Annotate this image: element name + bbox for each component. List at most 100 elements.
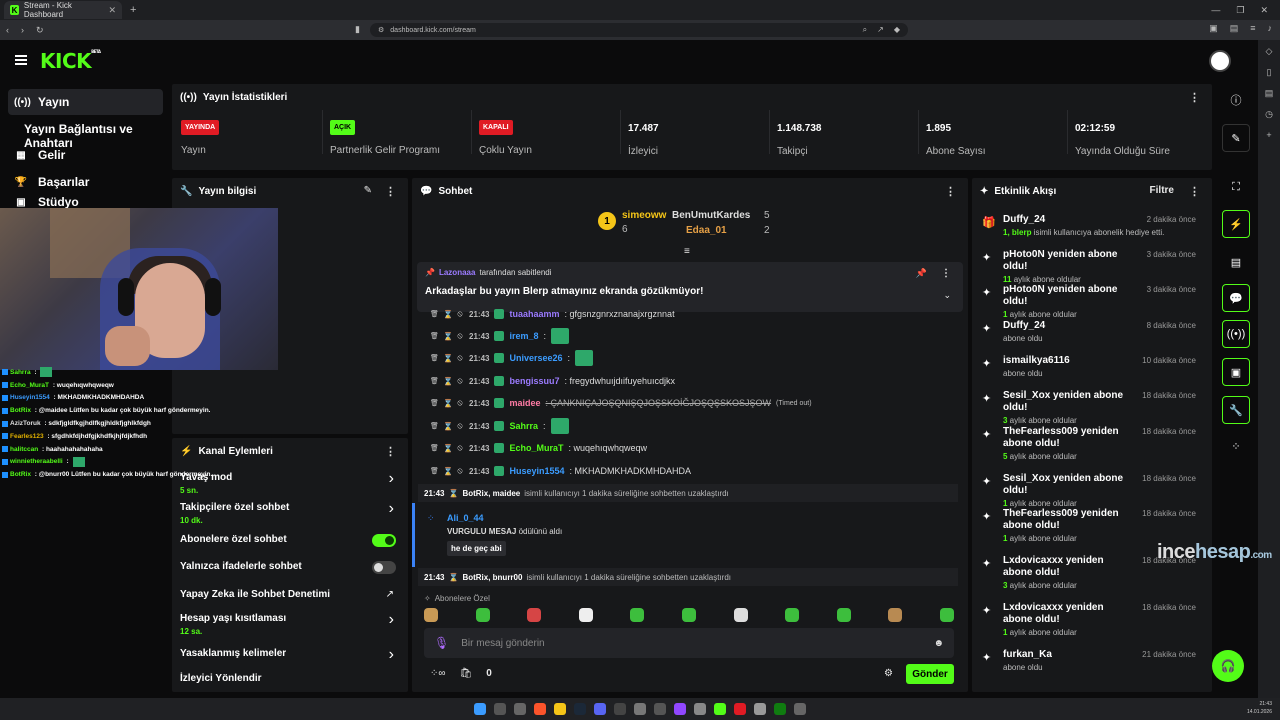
stats-menu-icon[interactable]: ⋮ (1189, 91, 1200, 104)
channel-action-row[interactable]: Yasaklanmış kelimeler › (180, 646, 402, 663)
app-icon[interactable] (754, 703, 766, 715)
message-user[interactable]: Sahrra (509, 421, 538, 431)
external-link-icon[interactable]: ↗ (386, 589, 394, 600)
more-tools-icon[interactable]: ⁘ (1222, 432, 1250, 460)
timeout-icon[interactable]: ⌛ (443, 332, 453, 341)
pinned-expand-icon[interactable]: ⌄ (943, 290, 951, 301)
reward-user[interactable]: Ali_0_44 (447, 513, 484, 523)
emote[interactable] (681, 608, 696, 622)
ban-icon[interactable]: ⦸ (456, 353, 464, 363)
channel-action-row[interactable]: Takipçilere özel sohbet 10 dk. › (180, 500, 402, 525)
hamburger-menu-icon[interactable] (15, 55, 27, 65)
xbox-icon[interactable] (774, 703, 786, 715)
steam-icon[interactable] (574, 703, 586, 715)
sidebar-add-icon[interactable]: + (1266, 130, 1271, 140)
toggle-switch[interactable] (372, 534, 396, 547)
user-avatar[interactable] (1209, 50, 1231, 72)
toggle-switch[interactable] (372, 561, 396, 574)
app-icon[interactable] (794, 703, 806, 715)
timeout-icon[interactable]: ⌛ (443, 354, 453, 363)
emote[interactable] (939, 608, 954, 622)
pinned-by-user[interactable]: Lazonaaa (439, 268, 475, 277)
app-icon[interactable] (634, 703, 646, 715)
unpin-icon[interactable]: 📌 (916, 268, 927, 279)
close-window-icon[interactable]: ✕ (1260, 5, 1268, 16)
nav-yayin[interactable]: ((•)) Yayın (8, 89, 163, 115)
message-user[interactable]: maidee (509, 398, 540, 408)
edit-icon[interactable]: ✎ (1222, 124, 1250, 152)
ban-icon[interactable]: ⦸ (456, 443, 464, 453)
sidebar-history-icon[interactable]: ◷ (1265, 109, 1273, 120)
share-icon[interactable]: ↗ (877, 25, 884, 35)
channel-action-row[interactable]: Hesap yaşı kısıtlaması 12 sa. › (180, 611, 402, 636)
sidebar-toggle-icon[interactable]: ▣ (1209, 23, 1218, 34)
stream-info-tool-icon[interactable]: ▣ (1222, 358, 1250, 386)
delete-message-icon[interactable]: 🗑 (430, 310, 439, 318)
stream-info-menu-icon[interactable]: ⋮ (385, 185, 396, 198)
microphone-icon[interactable]: 🎙 (434, 636, 449, 650)
app-icon[interactable] (714, 703, 726, 715)
url-bar[interactable]: ⚙ dashboard.kick.com/stream ⌕ ↗ ◆ (370, 23, 908, 37)
shield-icon[interactable]: ◆ (894, 25, 900, 35)
timeout-icon[interactable]: ⌛ (443, 377, 453, 386)
info-icon[interactable]: ⓘ (1222, 86, 1250, 114)
app-icon[interactable] (694, 703, 706, 715)
channel-action-row[interactable]: Yapay Zeka ile Sohbet Denetimi ↗ (180, 589, 402, 600)
channel-action-row[interactable]: İzleyici Yönlendir (180, 673, 402, 684)
delete-message-icon[interactable]: 🗑 (430, 444, 439, 452)
nav-studyo[interactable]: ▣ Stüdyo (8, 196, 163, 208)
message-user[interactable]: Echo_MuraT (509, 443, 563, 453)
timeout-icon[interactable]: ⌛ (443, 444, 453, 453)
chat-menu-icon[interactable]: ⋮ (945, 185, 956, 198)
emote[interactable] (424, 608, 438, 622)
chat-input[interactable]: 🎙 Bir mesaj gönderin ☻ (424, 628, 954, 658)
emote[interactable] (733, 608, 748, 622)
delete-message-icon[interactable]: 🗑 (430, 332, 439, 340)
explorer-icon[interactable] (554, 703, 566, 715)
wrench-tool-icon[interactable]: 🔧 (1222, 396, 1250, 424)
emote[interactable] (527, 608, 542, 622)
timeout-icon[interactable]: ⌛ (443, 467, 453, 476)
second-gifter-name[interactable]: BenUmutKardes (672, 210, 750, 221)
taskview-icon[interactable] (514, 703, 526, 715)
emote[interactable] (785, 608, 800, 622)
ban-icon[interactable]: ⦸ (456, 421, 464, 431)
nav-gelir[interactable]: ▦ Gelir (8, 142, 163, 168)
wallet-icon[interactable]: ▤ (1230, 23, 1239, 34)
broadcast-tool-icon[interactable]: ((•)) (1222, 320, 1250, 348)
system-clock[interactable]: 21:43 14.01.2026 (1247, 700, 1272, 716)
ban-icon[interactable]: ⦸ (456, 376, 464, 386)
send-button[interactable]: Gönder (906, 664, 954, 684)
bookmark-icon[interactable]: ▮ (355, 24, 360, 35)
timeout-icon[interactable]: ⌛ (443, 399, 453, 408)
app-icon[interactable] (674, 703, 686, 715)
kick-logo[interactable]: KICKBETA (40, 49, 101, 73)
sidebar-bookmarks-icon[interactable]: ▯ (1267, 67, 1272, 78)
timeout-icon[interactable]: ⌛ (443, 422, 453, 431)
expand-gifters-icon[interactable]: ≡ (684, 246, 690, 257)
delete-message-icon[interactable]: 🗑 (430, 354, 439, 362)
delete-message-icon[interactable]: 🗑 (430, 467, 439, 475)
message-user[interactable]: irem_8 (509, 331, 538, 341)
chat-tool-icon[interactable]: 💬 (1222, 284, 1250, 312)
nav-basarilar[interactable]: 🏆 Başarılar (8, 169, 163, 195)
delete-message-icon[interactable]: 🗑 (430, 377, 439, 385)
reload-icon[interactable]: ↻ (36, 25, 44, 36)
app-icon[interactable] (614, 703, 626, 715)
emote[interactable] (578, 608, 593, 622)
zoom-icon[interactable]: ⌕ (863, 25, 867, 35)
browser-tab[interactable]: K Stream - Kick Dashboard ✕ (4, 1, 122, 19)
back-icon[interactable]: ‹ (6, 25, 9, 35)
chevron-right-icon[interactable]: › (389, 611, 394, 629)
emote[interactable] (475, 608, 490, 622)
filter-button[interactable]: Filtre (1150, 185, 1174, 196)
focus-icon[interactable]: ⛶ (1222, 173, 1250, 201)
music-icon[interactable]: ♪ (1268, 23, 1273, 34)
close-tab-icon[interactable]: ✕ (108, 5, 116, 16)
ban-icon[interactable]: ⦸ (456, 466, 464, 476)
support-headset-icon[interactable]: 🎧 (1212, 650, 1244, 682)
chevron-right-icon[interactable]: › (389, 500, 394, 518)
discord-icon[interactable] (594, 703, 606, 715)
sidebar-leo-icon[interactable]: ◇ (1266, 46, 1273, 57)
message-user[interactable]: Huseyin1554 (509, 466, 564, 476)
